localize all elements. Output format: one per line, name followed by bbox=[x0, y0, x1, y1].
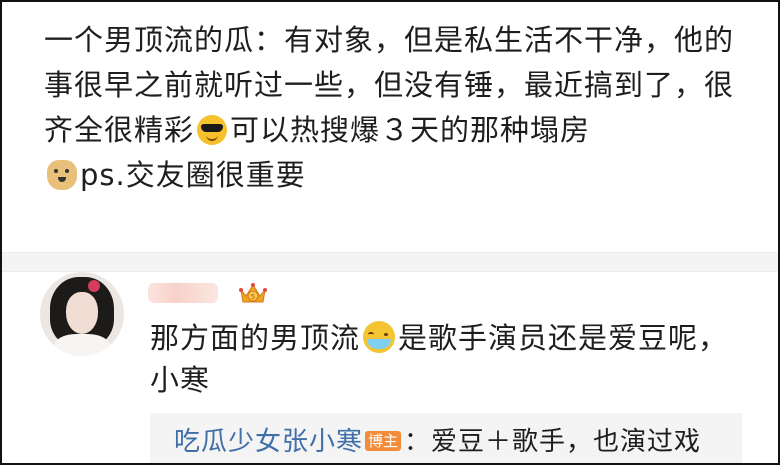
reply-preview[interactable]: 吃瓜少女张小寒 博主 ：爱豆＋歌手，也演过戏 bbox=[150, 413, 742, 463]
comment-text-part1: 那方面的男顶流 bbox=[150, 321, 361, 355]
screenshot-frame: 一个男顶流的瓜：有对象，但是私生活不干净，他的事很早之前就听过一些，但没有锤，最… bbox=[0, 0, 780, 465]
reply-line: 吃瓜少女张小寒 博主 ：爱豆＋歌手，也演过戏 bbox=[174, 426, 701, 458]
comment-body: 那方面的男顶流 是歌手演员还是爱豆呢，小寒 bbox=[150, 317, 750, 401]
avatar[interactable] bbox=[40, 272, 124, 356]
reply-author-link[interactable]: 吃瓜少女张小寒 bbox=[174, 427, 363, 457]
crown-icon: 5 bbox=[239, 283, 267, 303]
blogger-badge: 博主 bbox=[365, 431, 402, 451]
svg-text:5: 5 bbox=[251, 293, 255, 301]
post-body: 一个男顶流的瓜：有对象，但是私生活不干净，他的事很早之前就听过一些，但没有锤，最… bbox=[44, 18, 744, 198]
post-text-part2: 可以热搜爆３天的那种塌房 bbox=[230, 113, 591, 147]
doge-emoji-icon bbox=[47, 160, 77, 190]
reply-text: ：爱豆＋歌手，也演过戏 bbox=[404, 427, 702, 457]
post-text-part3: ps.交友圈很重要 bbox=[80, 158, 306, 192]
section-divider bbox=[2, 252, 778, 272]
username-redacted[interactable] bbox=[148, 283, 218, 303]
cool-sunglasses-emoji-icon bbox=[197, 115, 228, 145]
tears-of-joy-emoji-icon bbox=[363, 321, 396, 353]
